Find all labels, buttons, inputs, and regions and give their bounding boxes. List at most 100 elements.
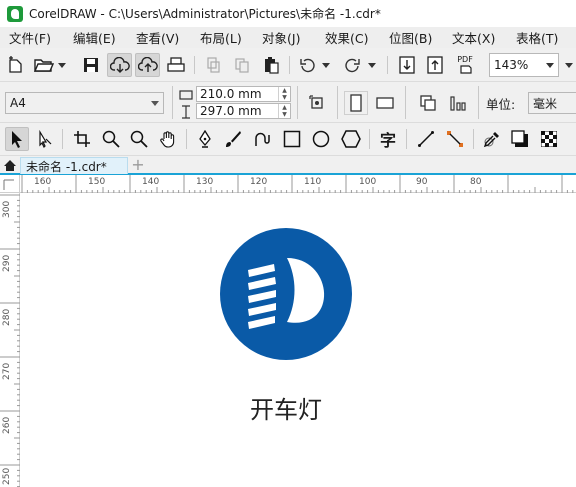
menu-edit[interactable]: 编辑(E) [73,28,116,47]
ruler-h-label: 160 [34,177,52,187]
pen-tool-icon[interactable] [193,128,217,150]
page-layout-icon[interactable] [305,92,329,114]
spiral-tool-icon[interactable] [250,128,274,150]
page-size-value: A4 [10,96,26,110]
paste-icon[interactable] [260,55,282,75]
ruler-h-label: 150 [88,177,106,187]
menu-text[interactable]: 文本(X) [452,28,495,47]
ruler-v-label: 290 [2,254,12,272]
width-icon [178,87,194,102]
headlight-icon[interactable] [220,228,352,360]
zoom-level-combo[interactable]: 143% [489,53,559,77]
redo-icon[interactable] [342,55,364,75]
shadow-tool-icon[interactable] [508,128,532,150]
new-document-icon[interactable] [5,55,27,75]
add-tab-button[interactable]: + [130,155,146,174]
overflow-chevron-icon[interactable] [562,55,576,75]
ruler-h-label: 130 [196,177,214,187]
units-combo[interactable]: 毫米 [528,92,576,114]
ruler-h-label: 120 [250,177,268,187]
page-width-input[interactable]: 210.0 mm ▲ ▼ [196,86,291,102]
menu-file[interactable]: 文件(F) [9,28,51,47]
drawing-canvas[interactable]: 开车灯 [21,194,576,487]
portrait-icon[interactable] [344,91,368,115]
ruler-h-label: 90 [416,177,428,187]
pan-tool-icon[interactable] [156,128,180,150]
eyedropper-icon[interactable] [480,128,504,150]
polygon-tool-icon[interactable] [339,128,363,150]
tab-document-label: 未命名 -1.cdr* [26,159,107,174]
menu-bar: 文件(F) 编辑(E) 查看(V) 布局(L) 对象(J) 效果(C) 位图(B… [0,27,576,48]
ruler-h-label: 110 [304,177,322,187]
pick-tool-icon[interactable] [5,127,29,151]
ruler-h-label: 100 [359,177,377,187]
print-icon[interactable] [165,55,187,75]
rectangle-tool-icon[interactable] [280,128,304,150]
ellipse-tool-icon[interactable] [309,128,333,150]
open-dropdown-icon[interactable] [56,55,68,75]
decrease-height-icon[interactable]: ▼ [279,111,290,118]
chevron-down-icon[interactable] [542,54,558,76]
pdf-label: PDF [457,55,473,64]
increase-width-icon[interactable]: ▲ [279,87,290,94]
tab-document[interactable]: 未命名 -1.cdr* [20,157,128,174]
page-height-value: 297.0 mm [200,104,262,118]
ruler-corner[interactable] [0,175,20,193]
shape-tool-icon[interactable] [33,128,57,150]
decrease-width-icon[interactable]: ▼ [279,94,290,101]
current-page-icon[interactable] [446,91,470,115]
property-bar: A4 210.0 mm ▲ ▼ 297.0 mm ▲ ▼ 单位: 毫米 [0,82,576,123]
ruler-v-label: 280 [2,308,12,326]
height-icon [178,104,194,119]
page-size-combo[interactable]: A4 [5,92,164,114]
connector-tool-icon[interactable] [443,128,467,150]
units-label: 单位: [486,97,516,112]
ruler-v-label: 270 [2,362,12,380]
zoom-out-tool-icon[interactable] [127,128,151,150]
icon-caption: 开车灯 [250,396,322,424]
increase-height-icon[interactable]: ▲ [279,104,290,111]
page-height-input[interactable]: 297.0 mm ▲ ▼ [196,103,291,119]
artistic-media-icon[interactable] [221,128,245,150]
menu-table[interactable]: 表格(T) [516,28,558,47]
export-icon[interactable] [424,55,446,75]
toolbox: 字 [0,123,576,156]
coreldraw-logo-icon [7,5,23,22]
title-bar: CorelDRAW - C:\Users\Administrator\Pictu… [0,0,576,27]
import-icon[interactable] [396,55,418,75]
copy-icon[interactable] [231,55,253,75]
chevron-down-icon[interactable] [147,93,163,113]
text-tool-icon[interactable]: 字 [376,128,400,150]
landscape-icon[interactable] [373,91,397,115]
menu-bitmaps[interactable]: 位图(B) [389,28,432,47]
transparency-tool-icon[interactable] [537,128,561,150]
cloud-download-icon[interactable] [107,53,132,77]
window-title: CorelDRAW - C:\Users\Administrator\Pictu… [29,7,381,21]
all-pages-icon[interactable] [416,91,440,115]
standard-toolbar: PDF 143% [0,48,576,82]
undo-icon[interactable] [296,55,318,75]
cut-icon[interactable] [202,55,224,75]
document-tab-bar: 未命名 -1.cdr* + [0,155,576,175]
crop-tool-icon[interactable] [70,128,94,150]
ruler-h-label: 140 [142,177,160,187]
open-folder-icon[interactable] [33,55,55,75]
menu-layout[interactable]: 布局(L) [200,28,242,47]
vertical-ruler[interactable]: 300 290 280 270 260 250 [0,193,20,487]
undo-dropdown-icon[interactable] [320,55,332,75]
home-icon[interactable] [2,157,18,173]
zoom-level-value: 143% [494,58,529,72]
pdf-icon[interactable]: PDF [452,53,478,77]
ruler-h-label: 80 [470,177,482,187]
page-width-value: 210.0 mm [200,87,262,101]
zoom-tool-icon[interactable] [99,128,123,150]
line-tool-icon[interactable] [414,128,438,150]
menu-object[interactable]: 对象(J) [262,28,300,47]
cloud-upload-icon[interactable] [135,53,160,77]
ruler-v-label: 300 [2,200,12,218]
horizontal-ruler[interactable]: 160 150 140 130 120 110 100 90 80 [20,175,576,193]
menu-effects[interactable]: 效果(C) [325,28,368,47]
save-icon[interactable] [80,55,102,75]
redo-dropdown-icon[interactable] [366,55,378,75]
menu-view[interactable]: 查看(V) [136,28,179,47]
